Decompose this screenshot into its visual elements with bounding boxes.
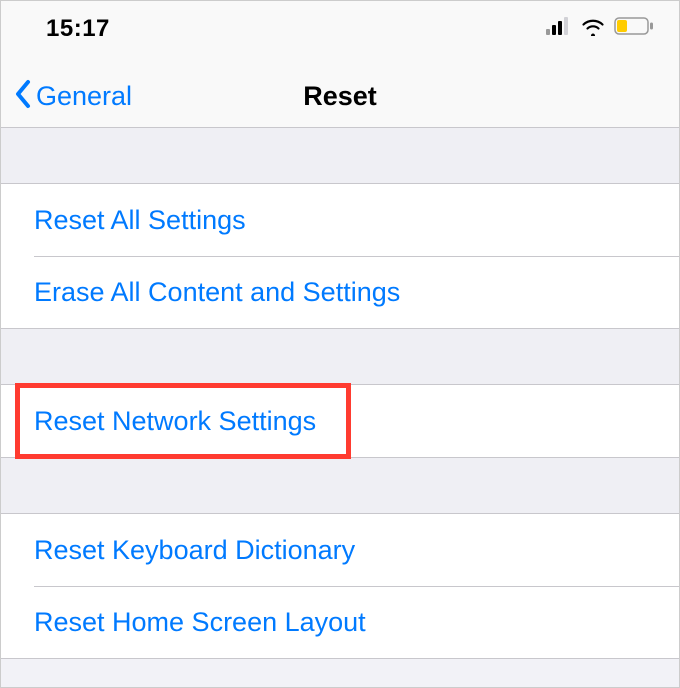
section-spacer [1,128,679,184]
status-icons [546,16,654,41]
reset-keyboard-dictionary[interactable]: Reset Keyboard Dictionary [1,514,679,586]
section-spacer [1,458,679,514]
list-item-label: Reset Network Settings [34,406,316,437]
cellular-signal-icon [546,17,572,40]
status-bar: 15:17 [1,1,679,56]
chevron-left-icon [13,78,33,115]
reset-network-settings[interactable]: Reset Network Settings [1,385,679,457]
list-item-label: Reset All Settings [34,205,246,236]
list-group-3: Reset Keyboard Dictionary Reset Home Scr… [1,514,679,659]
back-label: General [36,81,132,112]
wifi-icon [580,16,606,41]
battery-icon [614,17,654,40]
list-item-label: Erase All Content and Settings [34,277,400,308]
list-item-label: Reset Home Screen Layout [34,607,366,638]
list-group-2: Reset Network Settings [1,385,679,458]
list-group-1: Reset All Settings Erase All Content and… [1,184,679,329]
reset-home-screen-layout[interactable]: Reset Home Screen Layout [1,586,679,658]
navigation-bar: General Reset [1,56,679,128]
reset-all-settings[interactable]: Reset All Settings [1,184,679,256]
status-time: 15:17 [46,15,110,43]
list-item-label: Reset Keyboard Dictionary [34,535,355,566]
section-spacer [1,329,679,385]
erase-all-content[interactable]: Erase All Content and Settings [1,256,679,328]
back-button[interactable]: General [13,78,132,115]
